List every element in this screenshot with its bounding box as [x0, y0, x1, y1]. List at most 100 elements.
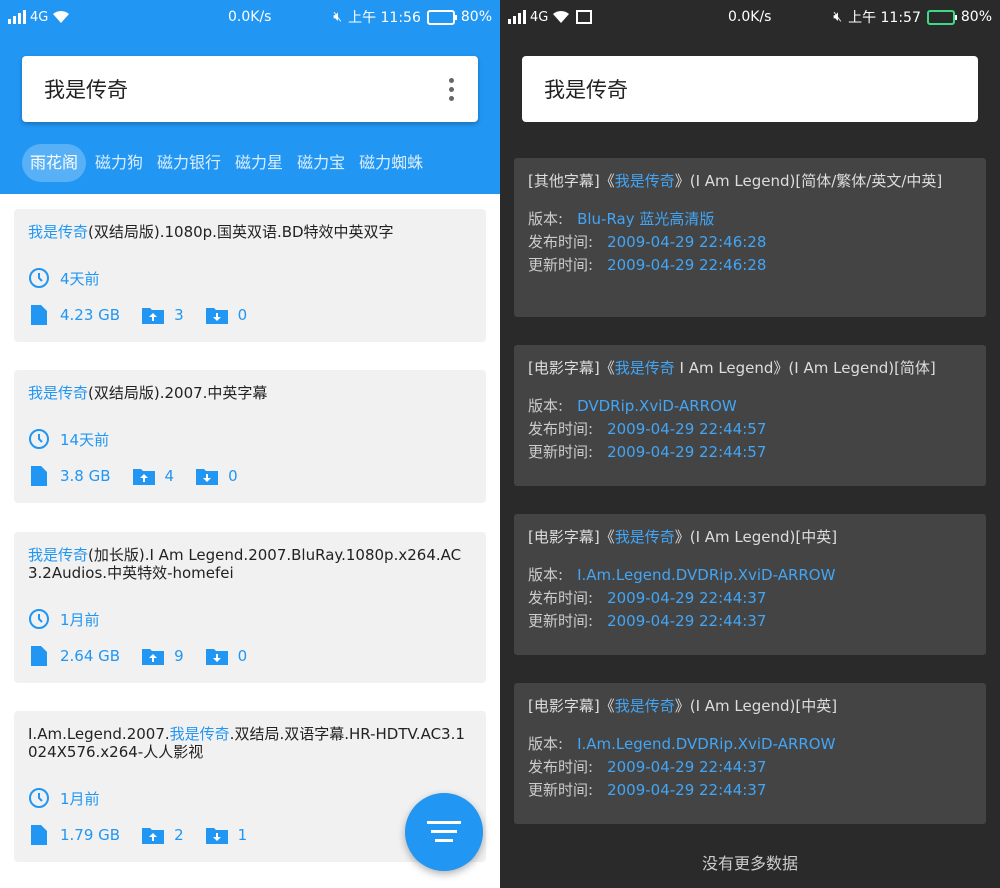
published-value: 2009-04-29 22:44:57: [607, 420, 767, 438]
file-icon: [31, 825, 47, 845]
status-bar: 4G 0.0K/s 🔇︎ 上午 11:57 80%: [500, 0, 1000, 34]
search-bar[interactable]: 我是传奇: [22, 56, 478, 122]
download-folder-icon: [205, 649, 228, 665]
updated-value: 2009-04-29 22:44:37: [607, 612, 767, 630]
search-query[interactable]: 我是传奇: [44, 74, 446, 104]
version-label: 版本:: [528, 735, 564, 753]
signal-icon: [508, 10, 526, 24]
wifi-icon: [53, 10, 70, 23]
seed-count: 2: [174, 826, 184, 844]
battery-percent: 80%: [960, 9, 992, 25]
version-label: 版本:: [528, 566, 564, 584]
search-query[interactable]: 我是传奇: [544, 74, 628, 104]
subtitle-card[interactable]: [电影字幕]《我是传奇》(I Am Legend)[中英] 版本: I.Am.Le…: [514, 683, 986, 824]
published-label: 发布时间:: [528, 420, 594, 438]
search-screen-light: 4G 0.0K/s 🔇︎ 上午 11:56 80% 我是传奇 雨花阁 磁力狗 磁…: [0, 0, 500, 888]
result-age: 14天前: [28, 428, 109, 450]
source-tabs: 雨花阁 磁力狗 磁力银行 磁力星 磁力宝 磁力蜘蛛: [22, 144, 430, 182]
upload-folder-icon: [142, 308, 165, 324]
published-value: 2009-04-29 22:44:37: [607, 589, 767, 607]
result-card[interactable]: 我是传奇(加长版).I Am Legend.2007.BluRay.1080p.…: [14, 532, 486, 683]
clock-icon: [29, 268, 49, 288]
file-size: 2.64 GB: [60, 647, 121, 665]
published-label: 发布时间:: [528, 758, 594, 776]
seed-count: 3: [174, 306, 184, 324]
tab-cilibao[interactable]: 磁力宝: [290, 144, 352, 182]
version-value: DVDRip.XviD-ARROW: [577, 397, 737, 415]
no-more-data-footer: 没有更多数据: [701, 854, 798, 873]
updated-value: 2009-04-29 22:44:57: [607, 443, 767, 461]
subtitle-card[interactable]: [其他字幕]《我是传奇》(I Am Legend)[简体/繁体/英文/中英] 版…: [514, 158, 986, 317]
peer-count: 0: [228, 467, 238, 485]
clock-time: 上午 11:56: [348, 10, 421, 26]
result-title[interactable]: 我是传奇(加长版).I Am Legend.2007.BluRay.1080p.…: [28, 546, 472, 582]
battery-icon: [926, 9, 957, 25]
signal-icon: [8, 10, 26, 24]
result-title[interactable]: 我是传奇(双结局版).1080p.国英双语.BD特效中英双字: [28, 223, 472, 241]
mute-icon: 🔇︎: [333, 9, 343, 25]
updated-value: 2009-04-29 22:44:37: [607, 781, 767, 799]
file-size: 1.79 GB: [60, 826, 121, 844]
network-type: 4G: [30, 9, 49, 25]
filter-fab-button[interactable]: [405, 793, 483, 871]
result-card[interactable]: 我是传奇(双结局版).1080p.国英双语.BD特效中英双字 4天前 4.23 …: [14, 209, 486, 342]
clock-icon: [29, 429, 49, 449]
tab-cililgou[interactable]: 磁力狗: [88, 144, 150, 182]
result-stats: 4.23 GB 3 0: [28, 305, 269, 325]
file-icon: [31, 305, 47, 325]
subtitle-title: [电影字幕]《我是传奇》(I Am Legend)[中英]: [528, 528, 838, 546]
app-header: 我是传奇 雨花阁 磁力狗 磁力银行 磁力星 磁力宝 磁力蜘蛛: [0, 34, 500, 194]
subtitle-title: [电影字幕]《我是传奇》(I Am Legend)[中英]: [528, 697, 838, 715]
result-title[interactable]: I.Am.Legend.2007.我是传奇.双结局.双语字幕.HR-HDTV.A…: [28, 725, 472, 761]
network-type: 4G: [530, 9, 549, 25]
network-speed: 0.0K/s: [728, 9, 772, 25]
subtitle-card[interactable]: [电影字幕]《我是传奇》(I Am Legend)[中英] 版本: I.Am.Le…: [514, 514, 986, 655]
published-label: 发布时间:: [528, 589, 594, 607]
subtitle-card[interactable]: [电影字幕]《我是传奇 I Am Legend》(I Am Legend)[简体…: [514, 345, 986, 486]
result-stats: 1.79 GB 2 1: [28, 825, 269, 845]
clock-icon: [29, 788, 49, 808]
tab-yuhuage[interactable]: 雨花阁: [22, 144, 87, 182]
download-folder-icon: [196, 469, 219, 485]
subtitle-title: [电影字幕]《我是传奇 I Am Legend》(I Am Legend)[简体…: [528, 359, 936, 377]
published-label: 发布时间:: [528, 233, 594, 251]
file-icon: [31, 466, 47, 486]
tab-cilixing[interactable]: 磁力星: [228, 144, 290, 182]
version-label: 版本:: [528, 397, 564, 415]
upload-folder-icon: [132, 469, 155, 485]
version-label: 版本:: [528, 210, 564, 228]
download-folder-icon: [205, 308, 228, 324]
result-age: 1月前: [28, 608, 100, 630]
peer-count: 0: [237, 306, 248, 324]
result-stats: 2.64 GB 9 0: [28, 646, 269, 666]
battery-percent: 80%: [460, 9, 492, 25]
filter-icon: [427, 821, 461, 842]
result-age: 4天前: [28, 267, 100, 289]
updated-label: 更新时间:: [528, 781, 594, 799]
mute-icon: 🔇︎: [833, 9, 843, 25]
peer-count: 1: [237, 826, 248, 844]
more-vert-icon[interactable]: [446, 77, 456, 101]
published-value: 2009-04-29 22:44:37: [607, 758, 767, 776]
result-age: 1月前: [28, 787, 100, 809]
search-bar[interactable]: 我是传奇: [522, 56, 978, 122]
published-value: 2009-04-29 22:46:28: [607, 233, 767, 251]
result-title[interactable]: 我是传奇(双结局版).2007.中英字幕: [28, 384, 472, 402]
image-icon: [576, 10, 593, 24]
updated-label: 更新时间:: [528, 443, 594, 461]
battery-icon: [426, 9, 457, 25]
clock-icon: [29, 609, 49, 629]
tab-cilizhizhu[interactable]: 磁力蜘蛛: [352, 144, 430, 182]
status-bar: 4G 0.0K/s 🔇︎ 上午 11:56 80%: [0, 0, 500, 34]
tab-ciliyinhang[interactable]: 磁力银行: [150, 144, 228, 182]
subtitle-title: [其他字幕]《我是传奇》(I Am Legend)[简体/繁体/英文/中英]: [528, 172, 943, 190]
result-stats: 3.8 GB 4 0: [28, 466, 260, 486]
version-value: Blu-Ray 蓝光高清版: [577, 210, 715, 228]
network-speed: 0.0K/s: [228, 9, 272, 25]
file-size: 4.23 GB: [60, 306, 121, 324]
upload-folder-icon: [142, 649, 165, 665]
updated-label: 更新时间:: [528, 612, 594, 630]
version-value: I.Am.Legend.DVDRip.XviD-ARROW: [577, 735, 836, 753]
download-folder-icon: [205, 828, 228, 844]
result-card[interactable]: 我是传奇(双结局版).2007.中英字幕 14天前 3.8 GB 4 0: [14, 370, 486, 503]
